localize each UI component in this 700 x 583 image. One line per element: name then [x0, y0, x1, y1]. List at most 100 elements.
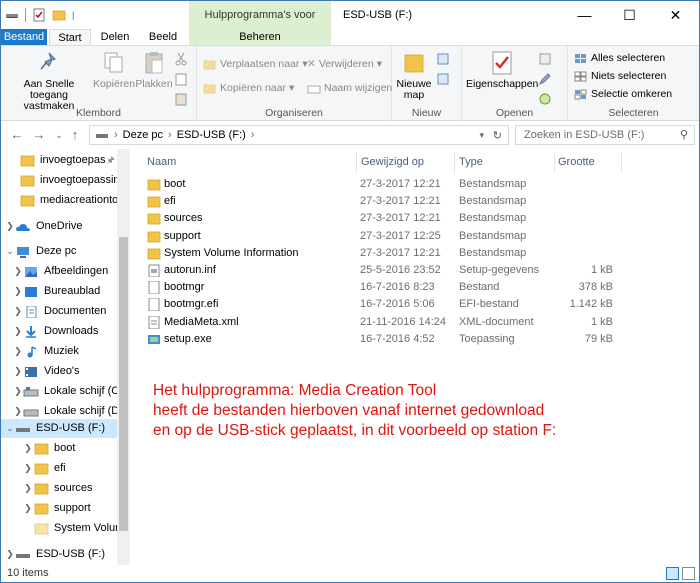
- back-arrow-icon[interactable]: ←: [9, 126, 25, 144]
- chevron-right-icon[interactable]: ❯: [5, 545, 15, 564]
- tree-item-drive-c[interactable]: ❯ Lokale schijf (C:): [13, 382, 126, 401]
- column-header-size[interactable]: Grootte: [558, 151, 595, 173]
- refresh-icon[interactable]: ↻: [493, 129, 502, 142]
- select-none-button[interactable]: Niets selecteren: [574, 68, 666, 85]
- column-header-type[interactable]: Type: [459, 151, 483, 173]
- cut-button[interactable]: [175, 50, 187, 67]
- tab-file[interactable]: Bestand: [1, 29, 47, 45]
- tree-item-esd-usb-2[interactable]: ❯ ESD-USB (F:): [5, 545, 105, 564]
- delete-button[interactable]: ✕ Verwijderen ▾: [307, 56, 382, 73]
- edit-button[interactable]: [538, 70, 552, 87]
- chevron-right-icon[interactable]: ❯: [13, 302, 23, 321]
- tree-item-pictures[interactable]: ❯ Afbeeldingen: [13, 262, 108, 281]
- tree-item-this-pc[interactable]: ⌄ Deze pc: [5, 242, 76, 261]
- column-header-date[interactable]: Gewijzigd op: [361, 151, 424, 173]
- chevron-right-icon[interactable]: ❯: [23, 459, 33, 478]
- up-arrow-icon[interactable]: ↑: [67, 126, 83, 144]
- tree-item-esd-usb[interactable]: ⌄ ESD-USB (F:): [1, 419, 117, 438]
- new-item-button[interactable]: [436, 50, 450, 67]
- move-to-button[interactable]: Verplaatsen naar ▾: [203, 56, 308, 73]
- column-separator[interactable]: [356, 151, 357, 173]
- file-row[interactable]: MediaMeta.xml 21-11-2016 14:24 XML-documen…: [131, 314, 631, 331]
- chevron-right-icon[interactable]: ❯: [23, 439, 33, 458]
- nav-scrollbar[interactable]: [117, 149, 130, 565]
- paste-shortcut-button[interactable]: [175, 90, 187, 107]
- tab-manage[interactable]: Beheren: [189, 29, 331, 45]
- chevron-right-icon[interactable]: ❯: [13, 282, 23, 301]
- file-row[interactable]: System Volume Information 27-3-2017 12:21…: [131, 245, 631, 262]
- tab-start[interactable]: Start: [49, 29, 91, 45]
- file-row[interactable]: bootmgr.efi 16-7-2016 5:06 EFI-bestand 1.14…: [131, 296, 631, 313]
- column-separator[interactable]: [454, 151, 455, 173]
- invert-selection-button[interactable]: Selectie omkeren: [574, 86, 672, 103]
- tab-view[interactable]: Beeld: [137, 29, 189, 45]
- chevron-right-icon[interactable]: ❯: [23, 479, 33, 498]
- address-dropdown-icon[interactable]: ▾: [479, 130, 484, 141]
- details-view-icon[interactable]: [666, 567, 679, 580]
- tree-item-quick-1[interactable]: invoegtoepas 🖈: [19, 151, 115, 170]
- file-row[interactable]: efi 27-3-2017 12:21 Bestandsmap: [131, 193, 631, 210]
- column-header-name[interactable]: Naam: [147, 151, 176, 173]
- chevron-right-icon[interactable]: ❯: [13, 342, 23, 361]
- tree-item-quick-2[interactable]: invoegtoepassin: [19, 171, 120, 190]
- address-bar[interactable]: › Deze pc › ESD-USB (F:) › ▾ ↻: [89, 125, 509, 145]
- chevron-right-icon[interactable]: ❯: [13, 382, 23, 401]
- easy-access-button[interactable]: [436, 70, 450, 87]
- breadcrumb-drive[interactable]: ESD-USB (F:): [177, 129, 246, 141]
- tree-item-quick-3[interactable]: mediacreationto: [19, 191, 118, 210]
- tree-item-downloads[interactable]: ❯ Downloads: [13, 322, 98, 341]
- tree-item-videos[interactable]: ❯ Video's: [13, 362, 79, 381]
- paste-button[interactable]: Plakken: [135, 50, 173, 90]
- chevron-right-icon[interactable]: ❯: [13, 262, 23, 281]
- history-button[interactable]: [538, 90, 552, 107]
- chevron-down-icon[interactable]: ⌄: [5, 242, 15, 261]
- search-input[interactable]: Zoeken in ESD-USB (F:) ⚲: [515, 125, 695, 145]
- minimize-button[interactable]: —: [562, 1, 607, 29]
- properties-button[interactable]: Eigenschappen: [466, 50, 538, 90]
- tree-item-efi[interactable]: ❯ efi: [23, 459, 65, 478]
- tree-item-documents[interactable]: ❯ Documenten: [13, 302, 106, 321]
- chevron-right-icon[interactable]: ❯: [23, 499, 33, 518]
- tree-item-onedrive[interactable]: ❯ OneDrive: [5, 217, 82, 236]
- tree-item-boot[interactable]: ❯ boot: [23, 439, 75, 458]
- select-all-button[interactable]: Alles selecteren: [574, 50, 665, 67]
- copy-to-button[interactable]: Kopiëren naar ▾: [203, 80, 294, 97]
- copy-button[interactable]: Kopiëren: [93, 50, 135, 90]
- forward-arrow-icon[interactable]: →: [31, 126, 47, 144]
- tree-item-music[interactable]: ❯ Muziek: [13, 342, 79, 361]
- tree-item-desktop[interactable]: ❯ Bureaublad: [13, 282, 100, 301]
- column-separator[interactable]: [621, 151, 622, 173]
- tree-item-system-volume[interactable]: System Volume: [33, 519, 130, 538]
- file-row[interactable]: setup.exe 16-7-2016 4:52 Toepassing 79 kB: [131, 331, 631, 348]
- file-row[interactable]: support 27-3-2017 12:25 Bestandsmap: [131, 228, 631, 245]
- close-button[interactable]: ✕: [653, 1, 698, 29]
- tree-item-sources[interactable]: ❯ sources: [23, 479, 92, 498]
- status-bar: 10 items: [1, 565, 699, 582]
- properties-check-icon[interactable]: [32, 8, 46, 22]
- tree-label: invoegtoepas: [40, 154, 106, 166]
- drive-small-icon[interactable]: [5, 8, 19, 22]
- chevron-right-icon[interactable]: ❯: [13, 362, 23, 381]
- breadcrumb-this-pc[interactable]: Deze pc: [123, 129, 163, 141]
- chevron-right-icon[interactable]: ❯: [13, 322, 23, 341]
- file-row[interactable]: autorun.inf 25-5-2016 23:52 Setup-gegevens…: [131, 262, 631, 279]
- qat-dropdown-icon[interactable]: |: [72, 8, 78, 22]
- tab-share[interactable]: Delen: [93, 29, 137, 45]
- rename-button[interactable]: Naam wijzigen: [307, 80, 392, 97]
- copy-path-button[interactable]: [175, 70, 187, 87]
- file-row[interactable]: bootmgr 16-7-2016 8:23 Bestand 378 kB: [131, 279, 631, 296]
- new-folder-small-icon[interactable]: [52, 8, 66, 22]
- open-button[interactable]: [538, 50, 552, 67]
- nav-scrollbar-thumb[interactable]: [119, 237, 128, 531]
- recent-chevron-icon[interactable]: ⌄: [51, 126, 67, 144]
- maximize-button[interactable]: ☐: [607, 1, 652, 29]
- new-folder-button[interactable]: Nieuwe map: [396, 50, 432, 101]
- tree-item-support[interactable]: ❯ support: [23, 499, 90, 518]
- chevron-down-icon[interactable]: ⌄: [5, 419, 15, 438]
- chevron-right-icon[interactable]: ❯: [5, 217, 15, 236]
- pin-quick-access-button[interactable]: Aan Snelle toegang vastmaken: [5, 50, 93, 112]
- large-icons-view-icon[interactable]: [682, 567, 695, 580]
- file-row[interactable]: sources 27-3-2017 12:21 Bestandsmap: [131, 210, 631, 227]
- column-separator[interactable]: [554, 151, 555, 173]
- file-row[interactable]: boot 27-3-2017 12:21 Bestandsmap: [131, 176, 631, 193]
